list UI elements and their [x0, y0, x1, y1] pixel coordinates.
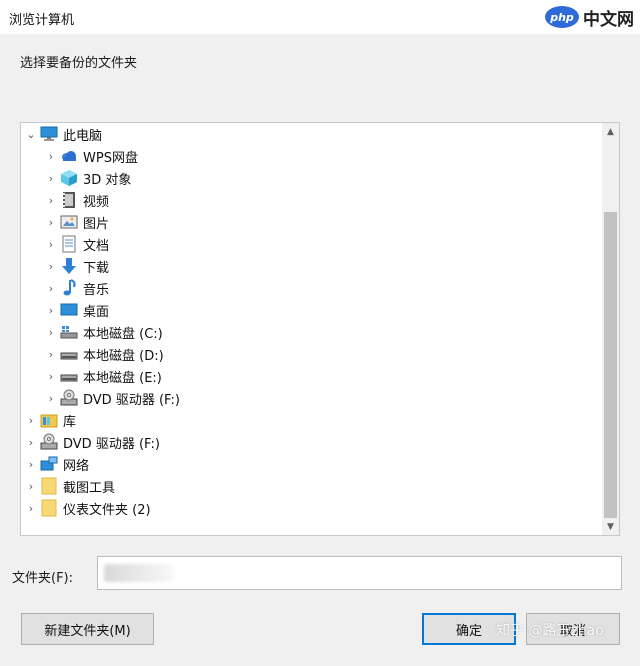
tree-item-drive-c[interactable]: › 本地磁盘 (C:) — [21, 321, 601, 343]
folder-field-label: 文件夹(F): — [12, 571, 74, 586]
chevron-right-icon[interactable]: › — [25, 431, 37, 453]
tree-item-label: 此电脑 — [63, 128, 103, 144]
tree-item-label: 本地磁盘 (C:) — [83, 326, 163, 342]
drive-icon — [60, 367, 78, 385]
window-title: 浏览计算机 — [9, 13, 75, 28]
chevron-right-icon[interactable]: › — [45, 277, 57, 299]
3d-objects-icon — [60, 169, 78, 187]
tree-item-wps-drive[interactable]: › WPS网盘 — [21, 145, 601, 167]
library-icon — [40, 411, 58, 429]
tree-item-label: DVD 驱动器 (F:) — [63, 436, 160, 452]
documents-icon — [60, 235, 78, 253]
tree-item-label: 视频 — [83, 194, 110, 210]
chevron-right-icon[interactable]: › — [25, 409, 37, 431]
drive-icon — [60, 345, 78, 363]
chevron-right-icon[interactable]: › — [45, 145, 57, 167]
tree-item-dvd-f-root[interactable]: › DVD 驱动器 (F:) — [21, 431, 601, 453]
folder-icon — [40, 499, 58, 517]
chevron-right-icon[interactable]: › — [45, 365, 57, 387]
tree-item-downloads[interactable]: › 下载 — [21, 255, 601, 277]
ok-button[interactable]: 确定 — [422, 613, 516, 645]
chevron-right-icon[interactable]: › — [25, 497, 37, 519]
tree-item-label: 网络 — [63, 458, 90, 474]
scroll-down-icon[interactable]: ▼ — [602, 518, 619, 535]
download-icon — [60, 257, 78, 275]
vertical-scrollbar[interactable]: ▲ ▼ — [602, 123, 619, 535]
desktop-icon — [60, 301, 78, 319]
watermark-logo: php 中文网 — [545, 2, 634, 32]
chevron-right-icon[interactable]: › — [45, 299, 57, 321]
chevron-right-icon[interactable]: › — [45, 321, 57, 343]
network-icon — [40, 455, 58, 473]
folder-path-input[interactable] — [97, 556, 622, 590]
tree-list: ⌄ 此电脑 › WPS网盘 › 3D 对象 › 视频 › 图片 › 文档 › 下… — [21, 123, 601, 519]
tree-item-network[interactable]: › 网络 — [21, 453, 601, 475]
dvd-drive-icon — [60, 389, 78, 407]
folder-icon — [40, 477, 58, 495]
pictures-icon — [60, 213, 78, 231]
scrollbar-thumb[interactable] — [604, 212, 617, 518]
computer-icon — [40, 125, 58, 143]
chevron-right-icon[interactable]: › — [45, 343, 57, 365]
chevron-down-icon[interactable]: ⌄ — [25, 123, 37, 145]
tree-item-library[interactable]: › 库 — [21, 409, 601, 431]
folder-tree[interactable]: ⌄ 此电脑 › WPS网盘 › 3D 对象 › 视频 › 图片 › 文档 › 下… — [20, 122, 620, 536]
tree-item-label: 本地磁盘 (D:) — [83, 348, 164, 364]
tree-item-dvd-f[interactable]: › DVD 驱动器 (F:) — [21, 387, 601, 409]
tree-item-label: DVD 驱动器 (F:) — [83, 392, 180, 408]
tree-item-label: 本地磁盘 (E:) — [83, 370, 162, 386]
tree-item-music[interactable]: › 音乐 — [21, 277, 601, 299]
tree-item-label: 库 — [63, 414, 77, 430]
tree-item-label: 图片 — [83, 216, 110, 232]
chevron-right-icon[interactable]: › — [45, 189, 57, 211]
chevron-right-icon[interactable]: › — [45, 255, 57, 277]
tree-item-label: 音乐 — [83, 282, 110, 298]
tree-item-desktop[interactable]: › 桌面 — [21, 299, 601, 321]
tree-item-folder-screenshot-tool[interactable]: › 截图工具 — [21, 475, 601, 497]
tree-item-label: WPS网盘 — [83, 150, 138, 166]
php-logo-icon: php — [545, 6, 579, 28]
music-icon — [60, 279, 78, 297]
tree-item-documents[interactable]: › 文档 — [21, 233, 601, 255]
tree-item-this-pc[interactable]: ⌄ 此电脑 — [21, 123, 601, 145]
tree-item-label: 桌面 — [83, 304, 110, 320]
tree-item-drive-d[interactable]: › 本地磁盘 (D:) — [21, 343, 601, 365]
tree-item-videos[interactable]: › 视频 — [21, 189, 601, 211]
tree-item-label: 3D 对象 — [83, 172, 132, 188]
tree-item-label: 仪表文件夹 (2) — [63, 502, 151, 518]
title-bar: 浏览计算机 php 中文网 — [0, 0, 640, 34]
tree-item-label: 文档 — [83, 238, 110, 254]
tree-item-label: 下载 — [83, 260, 110, 276]
blurred-folder-path — [104, 564, 174, 582]
tree-item-folder-dashboard[interactable]: › 仪表文件夹 (2) — [21, 497, 601, 519]
cloud-drive-icon — [60, 147, 78, 165]
new-folder-button[interactable]: 新建文件夹(M) — [21, 613, 154, 645]
system-drive-icon — [60, 323, 78, 341]
cancel-button[interactable]: 取消 — [526, 613, 620, 645]
chevron-right-icon[interactable]: › — [45, 233, 57, 255]
chevron-right-icon[interactable]: › — [45, 387, 57, 409]
watermark-text: 中文网 — [583, 9, 634, 30]
video-icon — [60, 191, 78, 209]
chevron-right-icon[interactable]: › — [45, 167, 57, 189]
chevron-right-icon[interactable]: › — [45, 211, 57, 233]
tree-item-drive-e[interactable]: › 本地磁盘 (E:) — [21, 365, 601, 387]
scroll-up-icon[interactable]: ▲ — [602, 123, 619, 140]
tree-item-label: 截图工具 — [63, 480, 116, 496]
chevron-right-icon[interactable]: › — [25, 475, 37, 497]
dialog-prompt: 选择要备份的文件夹 — [20, 56, 138, 71]
tree-item-3d-objects[interactable]: › 3D 对象 — [21, 167, 601, 189]
chevron-right-icon[interactable]: › — [25, 453, 37, 475]
tree-item-pictures[interactable]: › 图片 — [21, 211, 601, 233]
dvd-drive-icon — [40, 433, 58, 451]
